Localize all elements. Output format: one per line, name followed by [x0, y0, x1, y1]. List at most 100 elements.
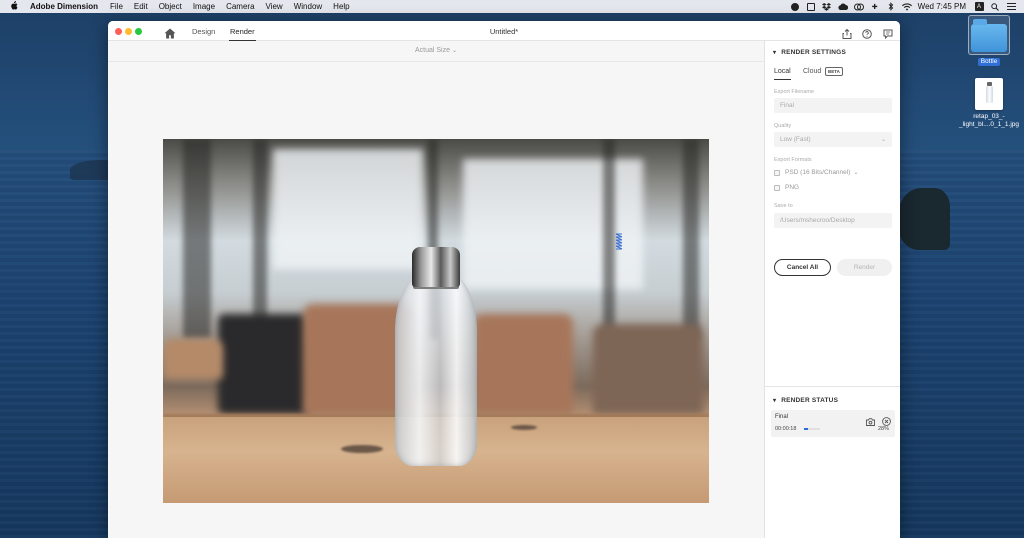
- zoom-dropdown-label: Actual Size: [414, 47, 450, 54]
- menu-window[interactable]: Window: [294, 2, 322, 11]
- bg-window-left: [273, 149, 423, 269]
- quality-label: Quality: [774, 123, 792, 129]
- bg-window-right: [463, 159, 643, 289]
- render-preview-image: [163, 139, 709, 503]
- busy-cursor-icon: [615, 232, 623, 252]
- render-settings-panel: ▾ RENDER SETTINGS Local Cloud BETA Export…: [764, 41, 900, 538]
- help-icon[interactable]: [862, 26, 872, 39]
- zoom-dropdown[interactable]: Actual Size ⌄: [108, 47, 764, 54]
- menu-bar-extras: ✚ Wed 7:45 PM A: [790, 0, 1024, 13]
- menu-edit[interactable]: Edit: [134, 2, 148, 11]
- document-title: Untitled*: [489, 27, 519, 36]
- quality-chevron-down-icon: ⌄: [880, 137, 886, 143]
- render-elapsed-time: 00:00:18: [775, 426, 797, 432]
- menu-clock[interactable]: Wed 7:45 PM: [918, 2, 966, 11]
- dual-circle-icon[interactable]: [853, 2, 864, 11]
- psd-chevron-down-icon[interactable]: ⌄: [853, 169, 858, 176]
- desktop-file-jpg[interactable]: retap_03_- _light_bl....0_1_1.jpg: [954, 78, 1024, 129]
- tab-local[interactable]: Local: [774, 68, 791, 80]
- creative-cloud-icon[interactable]: [838, 2, 848, 11]
- render-button[interactable]: Render: [837, 259, 892, 276]
- table-hole-right: [511, 425, 537, 430]
- app-window: Design Render Untitled* Actual Size ⌄ ▾ …: [108, 21, 900, 538]
- render-canvas[interactable]: Actual Size ⌄: [108, 41, 764, 538]
- tab-cloud[interactable]: Cloud: [803, 68, 821, 75]
- bg-pillar-2: [253, 139, 267, 339]
- quality-value: Low (Fast): [780, 136, 811, 143]
- bg-pillar-1: [183, 139, 211, 339]
- bg-chair-right: [473, 314, 573, 414]
- desktop-file-label: retap_03_- _light_bl....0_1_1.jpg: [959, 113, 1019, 129]
- bottle-thumbnail-icon: [985, 82, 993, 103]
- menu-bar: Adobe Dimension File Edit Object Image C…: [0, 0, 1024, 13]
- export-filename-field[interactable]: Final: [774, 98, 892, 113]
- format-png-checkbox[interactable]: PNG: [774, 184, 799, 191]
- export-filename-label: Export Filename: [774, 89, 815, 95]
- folder-icon-frame: [968, 15, 1010, 55]
- render-settings-heading: RENDER SETTINGS: [781, 49, 846, 56]
- render-progress-fill: [804, 428, 809, 430]
- glass-bottle: [395, 274, 477, 466]
- menu-object[interactable]: Object: [159, 2, 182, 11]
- bluetooth-icon[interactable]: [886, 2, 896, 11]
- spotlight-search-icon[interactable]: [990, 2, 1000, 11]
- canvas-divider: [108, 61, 764, 62]
- render-job-name: Final: [775, 414, 789, 420]
- bottle-cap: [412, 247, 460, 287]
- render-job-card: Final 00:00:18 28%: [771, 410, 895, 437]
- save-to-field[interactable]: /Users/mshecroo/Desktop: [774, 213, 892, 228]
- record-status-icon[interactable]: [790, 2, 800, 11]
- cancel-all-button[interactable]: Cancel All: [774, 259, 831, 276]
- dropbox-icon[interactable]: [822, 2, 832, 11]
- wifi-icon[interactable]: [901, 2, 912, 11]
- format-psd-checkbox[interactable]: PSD (16 Bits/Channel) ⌄: [774, 169, 858, 176]
- user-a-icon[interactable]: A: [974, 2, 984, 11]
- table-hole-left: [341, 445, 383, 453]
- bg-pillar-5: [683, 139, 699, 339]
- folder-icon: [971, 19, 1007, 52]
- menu-file[interactable]: File: [110, 2, 123, 11]
- window-titlebar[interactable]: Design Render Untitled*: [108, 21, 900, 42]
- panel-divider: [765, 386, 900, 387]
- share-icon[interactable]: [842, 26, 852, 39]
- desktop-file-label-line2: _light_bl....0_1_1.jpg: [959, 121, 1019, 128]
- bg-pillar-4: [603, 139, 615, 339]
- render-progress-bar: [804, 428, 820, 430]
- menu-image[interactable]: Image: [193, 2, 215, 11]
- render-status-heading: RENDER STATUS: [781, 397, 839, 404]
- cancel-job-icon[interactable]: [882, 413, 891, 426]
- desktop-folder-bottle[interactable]: Bottle: [968, 15, 1010, 66]
- notification-center-icon[interactable]: [1006, 2, 1016, 11]
- wallpaper-rock: [898, 188, 950, 250]
- desktop-file-label-line1: retap_03_-: [973, 113, 1005, 120]
- beta-badge: BETA: [825, 67, 843, 76]
- bg-chairs-far-right: [593, 324, 703, 414]
- feedback-icon[interactable]: [883, 26, 893, 40]
- image-file-icon: [975, 78, 1003, 110]
- export-filename-value: Final: [780, 102, 795, 109]
- bg-dark-chair: [218, 314, 308, 414]
- format-png-label: PNG: [785, 184, 800, 191]
- script-editor-icon[interactable]: [806, 2, 816, 11]
- save-to-label: Save to: [774, 203, 793, 209]
- render-settings-header[interactable]: ▾ RENDER SETTINGS: [773, 49, 846, 56]
- export-formats-label: Export Formats: [774, 157, 812, 163]
- quality-select[interactable]: Low (Fast) ⌄: [774, 132, 892, 147]
- menu-app-name[interactable]: Adobe Dimension: [30, 2, 98, 11]
- png-checkbox-icon: [774, 184, 780, 191]
- status-collapse-chevron-icon: ▾: [773, 398, 777, 404]
- zoom-chevron-down-icon: ⌄: [452, 48, 458, 54]
- plus-icon[interactable]: ✚: [870, 2, 880, 11]
- menu-help[interactable]: Help: [333, 2, 349, 11]
- apple-menu-icon[interactable]: [10, 1, 18, 12]
- collapse-chevron-icon: ▾: [773, 50, 777, 56]
- bg-table-far: [163, 339, 223, 379]
- menu-view[interactable]: View: [266, 2, 283, 11]
- format-psd-label: PSD (16 Bits/Channel): [785, 169, 851, 176]
- render-status-header[interactable]: ▾ RENDER STATUS: [773, 397, 838, 404]
- camera-icon[interactable]: [866, 413, 875, 426]
- save-to-value: /Users/mshecroo/Desktop: [780, 217, 855, 224]
- psd-checkbox-icon: [774, 169, 780, 176]
- render-progress-percent: 28%: [877, 426, 889, 432]
- menu-camera[interactable]: Camera: [226, 2, 254, 11]
